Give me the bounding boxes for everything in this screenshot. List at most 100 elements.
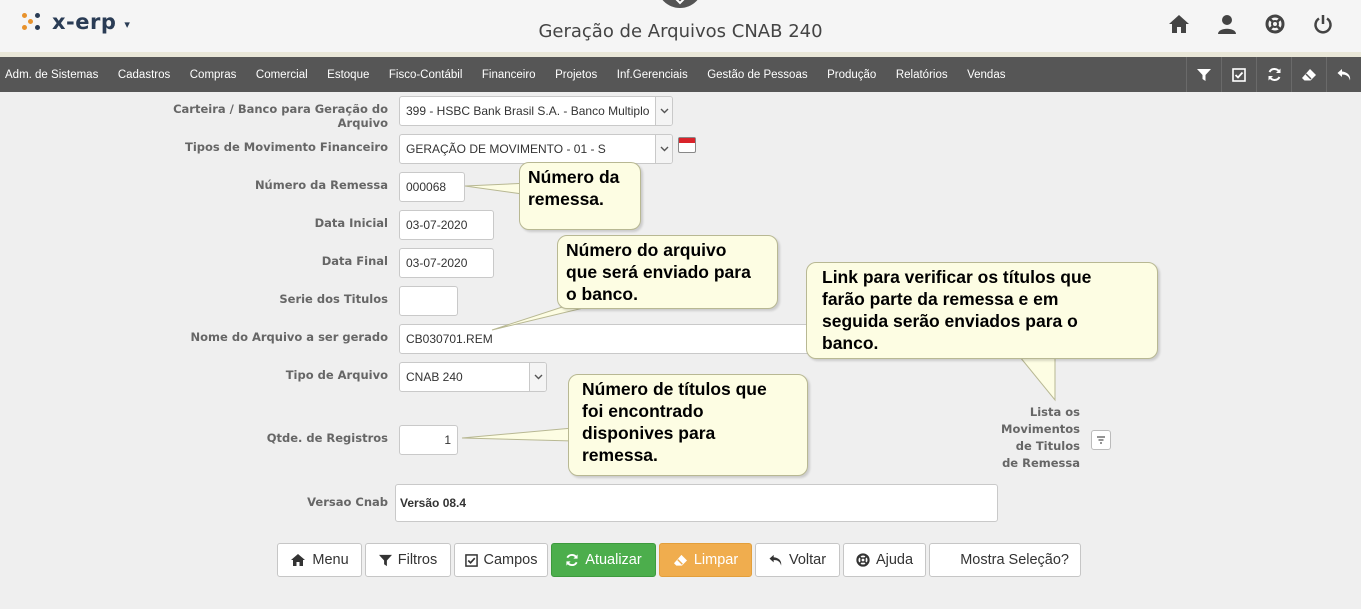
lista-movimentos-line1: Lista os <box>1029 405 1080 419</box>
checkbox-icon <box>464 553 478 567</box>
lifebuoy-icon[interactable] <box>1263 12 1287 36</box>
carteira-select-value: 399 - HSBC Bank Brasil S.A. - Banco Mult… <box>406 104 650 118</box>
menu-item-comercial[interactable]: Comercial <box>256 69 308 81</box>
lista-movimentos-line4: de Remessa <box>1002 456 1080 470</box>
callout-titulos-line3: disponives para <box>582 423 716 443</box>
power-icon[interactable] <box>1311 12 1335 36</box>
voltar-button-label: Voltar <box>788 552 827 568</box>
ajuda-button-label: Ajuda <box>875 552 914 568</box>
callout-link-line3: seguida serão enviados para o <box>822 311 1078 331</box>
menu-item-relatorios[interactable]: Relatórios <box>896 69 948 81</box>
carteira-label: Carteira / Banco para Geração do Arquivo <box>173 102 388 130</box>
atualizar-button-label: Atualizar <box>585 552 642 568</box>
list-filter-icon[interactable] <box>1091 430 1111 450</box>
tipos-movimento-select[interactable]: GERAÇÃO DE MOVIMENTO - 01 - S <box>399 134 673 164</box>
user-icon[interactable] <box>1215 12 1239 36</box>
numero-remessa-input[interactable]: 000068 <box>399 172 465 202</box>
data-final-input[interactable]: 03-07-2020 <box>399 248 494 278</box>
undo-icon <box>769 554 782 566</box>
filtros-button-label: Filtros <box>397 552 438 568</box>
carteira-select[interactable]: 399 - HSBC Bank Brasil S.A. - Banco Mult… <box>399 96 673 126</box>
callout-titulos-line2: foi encontrado <box>582 401 704 421</box>
menu-item-compras[interactable]: Compras <box>190 69 237 81</box>
callout-qtde-titulos: Número de títulos que foi encontrado dis… <box>568 374 808 476</box>
tipo-arquivo-label: Tipo de Arquivo <box>285 368 388 382</box>
callout-lista-movimentos: Link para verificar os títulos que farão… <box>806 262 1158 359</box>
menu-item-inf-gerenciais[interactable]: Inf.Gerenciais <box>617 69 688 81</box>
callout-arquivo-line1: Número do arquivo <box>566 240 727 260</box>
menu-item-projetos[interactable]: Projetos <box>555 69 597 81</box>
menu-item-vendas[interactable]: Vendas <box>967 69 1005 81</box>
nome-arquivo-input[interactable]: CB030701.REM <box>399 324 819 354</box>
lifebuoy-icon <box>856 553 870 567</box>
eraser-icon <box>673 554 687 566</box>
lista-movimentos-line3: de Titulos <box>1015 439 1080 453</box>
tipo-arquivo-select[interactable]: CNAB 240 <box>399 362 547 392</box>
filter-icon[interactable] <box>1186 57 1221 92</box>
refresh-icon[interactable] <box>1256 57 1291 92</box>
chevron-down-icon[interactable] <box>655 135 672 163</box>
serie-titulos-label: Serie dos Titulos <box>279 292 388 306</box>
qtde-registros-label: Qtde. de Registros <box>266 431 388 445</box>
campos-button-label: Campos <box>483 552 538 568</box>
callout-remessa-line2: remessa. <box>528 189 604 209</box>
voltar-button[interactable]: Voltar <box>755 543 840 577</box>
menu-item-fisco-contabil[interactable]: Fisco-Contábil <box>389 69 463 81</box>
lista-movimentos-link[interactable]: Lista os Movimentos de Titulos de Remess… <box>990 404 1080 472</box>
numero-remessa-label: Número da Remessa <box>254 178 388 192</box>
versao-cnab-value: Versão 08.4 <box>400 496 467 510</box>
callout-link-line2: farão parte da remessa e em <box>822 289 1059 309</box>
collapse-header-toggle[interactable] <box>657 0 703 8</box>
lista-movimentos-line2: Movimentos <box>1001 422 1080 436</box>
calendar-icon[interactable] <box>678 137 696 153</box>
tipos-movimento-label: Tipos de Movimento Financeiro <box>184 140 388 154</box>
chevron-down-icon[interactable] <box>655 97 672 125</box>
tipo-arquivo-select-value: CNAB 240 <box>406 370 463 384</box>
filter-icon <box>378 554 392 566</box>
campos-button[interactable]: Campos <box>454 543 548 577</box>
eraser-icon[interactable] <box>1291 57 1326 92</box>
callout-titulos-line1: Número de títulos que <box>582 379 767 399</box>
callout-titulos-line4: remessa. <box>582 445 658 465</box>
checkbox-icon[interactable] <box>1221 57 1256 92</box>
chevron-down-icon[interactable] <box>529 363 546 391</box>
menu-item-financeiro[interactable]: Financeiro <box>482 69 536 81</box>
top-header: x-erp ▾ Geração de Arquivos CNAB 240 <box>0 0 1361 52</box>
mostra-selecao-button[interactable]: Mostra Seleção? <box>929 543 1081 577</box>
limpar-button[interactable]: Limpar <box>659 543 752 577</box>
menu-item-cadastros[interactable]: Cadastros <box>118 69 170 81</box>
callout-arquivo-line3: o banco. <box>566 284 638 304</box>
home-icon <box>291 554 306 566</box>
versao-cnab-field[interactable]: Versão 08.4 <box>395 484 998 522</box>
atualizar-button[interactable]: Atualizar <box>551 543 656 577</box>
menu-item-gestao-pessoas[interactable]: Gestão de Pessoas <box>707 69 807 81</box>
menu-button-label: Menu <box>312 552 349 568</box>
tipos-movimento-select-value: GERAÇÃO DE MOVIMENTO - 01 - S <box>406 142 606 156</box>
callout-nome-arquivo: Número do arquivo que será enviado para … <box>557 235 778 309</box>
ajuda-button[interactable]: Ajuda <box>843 543 926 577</box>
numero-remessa-value: 000068 <box>406 180 447 194</box>
menu-item-estoque[interactable]: Estoque <box>327 69 369 81</box>
menu-button[interactable]: Menu <box>277 543 362 577</box>
serie-titulos-input[interactable] <box>399 286 458 316</box>
data-final-value: 03-07-2020 <box>406 256 468 270</box>
data-inicial-input[interactable]: 03-07-2020 <box>399 210 494 240</box>
callout-arquivo-line2: que será enviado para <box>566 262 751 282</box>
home-icon[interactable] <box>1167 12 1191 36</box>
mostra-selecao-button-label: Mostra Seleção? <box>960 552 1069 568</box>
undo-icon[interactable] <box>1326 57 1361 92</box>
callout-link-line4: banco. <box>822 333 879 353</box>
refresh-icon <box>566 553 578 567</box>
nome-arquivo-label: Nome do Arquivo a ser gerado <box>190 330 388 344</box>
menu-item-producao[interactable]: Produção <box>827 69 876 81</box>
callout-numero-remessa: Número da remessa. <box>519 162 641 230</box>
main-menu-bar: Adm. de Sistemas Cadastros Compras Comer… <box>0 57 1361 92</box>
data-final-label: Data Final <box>321 254 388 268</box>
menu-item-adm-sistemas[interactable]: Adm. de Sistemas <box>5 69 98 81</box>
versao-cnab-label: Versao Cnab <box>307 495 388 509</box>
nome-arquivo-value: CB030701.REM <box>406 332 493 346</box>
chevron-down-icon <box>675 0 685 5</box>
qtde-registros-input[interactable]: 1 <box>399 425 458 455</box>
filtros-button[interactable]: Filtros <box>365 543 451 577</box>
callout-remessa-line1: Número da <box>528 167 620 187</box>
